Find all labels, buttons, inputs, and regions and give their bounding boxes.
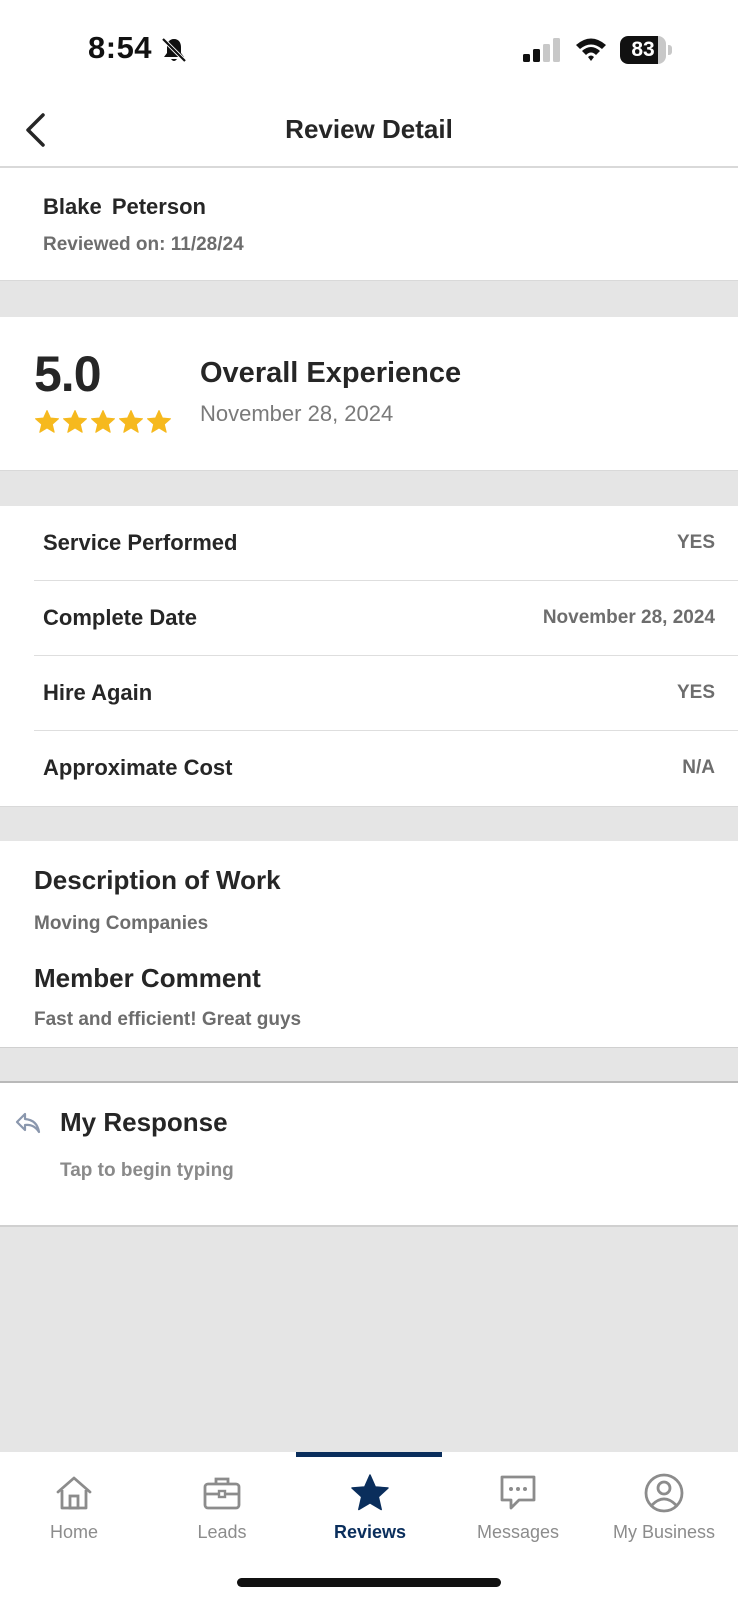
star-icon [119, 410, 143, 433]
reviewer-card: Blake Peterson Reviewed on: 11/28/24 [0, 168, 738, 280]
home-indicator [237, 1578, 501, 1587]
page-title: Review Detail [285, 114, 453, 144]
active-tab-indicator [296, 1452, 442, 1457]
reply-icon [15, 1112, 41, 1134]
section-divider [0, 280, 738, 317]
rating-score: 5.0 [34, 346, 102, 402]
tab-label: Messages [476, 1522, 560, 1542]
detail-row: Service Performed YES [34, 506, 738, 581]
description-text: Moving Companies [34, 913, 209, 934]
tab-leads[interactable]: Leads [148, 1462, 296, 1562]
reviewer-name: Blake Peterson [43, 194, 206, 219]
rating-card: 5.0 Overall Experience November 28, 2024 [0, 317, 738, 470]
star-icon [147, 410, 171, 433]
reviewed-on-date: Reviewed on: 11/28/24 [43, 234, 244, 255]
tab-home[interactable]: Home [0, 1462, 148, 1562]
briefcase-icon [203, 1477, 241, 1510]
detail-label: Hire Again [43, 680, 153, 705]
response-card[interactable]: My Response [0, 1083, 738, 1227]
star-rating [34, 409, 172, 435]
detail-row: Hire Again YES [34, 656, 738, 731]
detail-value: YES [676, 532, 715, 553]
detail-label: Approximate Cost [43, 755, 233, 780]
detail-row: Approximate Cost N/A [34, 731, 738, 806]
tab-label: Leads [197, 1522, 247, 1542]
tab-reviews[interactable]: Reviews [296, 1462, 444, 1562]
section-divider [0, 1047, 738, 1083]
comment-text: Fast and efficient! Great guys [34, 1009, 302, 1030]
bell-off-icon [161, 37, 187, 63]
section-divider [0, 806, 738, 841]
status-bar: 8:54 83 [0, 0, 738, 100]
tab-label: My Business [612, 1522, 716, 1542]
section-divider [0, 470, 738, 506]
star-icon [91, 410, 115, 433]
description-card: Description of Work Moving Companies Mem… [0, 841, 738, 1047]
detail-row: Complete Date November 28, 2024 [34, 581, 738, 656]
tab-messages[interactable]: Messages [444, 1462, 592, 1562]
message-icon [500, 1475, 536, 1510]
response-title: My Response [60, 1107, 228, 1137]
response-input[interactable] [60, 1155, 700, 1187]
detail-value: N/A [682, 757, 715, 778]
detail-value: YES [676, 682, 715, 703]
detail-label: Complete Date [43, 605, 198, 630]
star-icon [35, 410, 59, 433]
tab-my-business[interactable]: My Business [590, 1462, 738, 1562]
wifi-icon [576, 38, 606, 61]
star-icon [351, 1474, 389, 1511]
battery-icon: 83 [620, 36, 672, 64]
details-card: Service Performed YES Complete Date Nove… [0, 506, 738, 806]
detail-label: Service Performed [43, 530, 238, 555]
nav-bar: Review Detail [0, 100, 738, 168]
comment-title: Member Comment [34, 963, 261, 993]
home-icon [56, 1476, 92, 1510]
empty-area [0, 1227, 738, 1452]
star-icon [63, 410, 87, 433]
cellular-signal-icon [523, 38, 560, 62]
experience-date: November 28, 2024 [200, 401, 394, 426]
tab-label: Home [49, 1522, 98, 1542]
detail-value: November 28, 2024 [542, 607, 715, 628]
experience-title: Overall Experience [200, 357, 462, 389]
status-time: 8:54 [88, 30, 153, 65]
user-circle-icon [644, 1473, 684, 1513]
description-title: Description of Work [34, 865, 281, 895]
tab-label: Reviews [333, 1522, 407, 1542]
battery-percentage: 83 [631, 38, 655, 61]
